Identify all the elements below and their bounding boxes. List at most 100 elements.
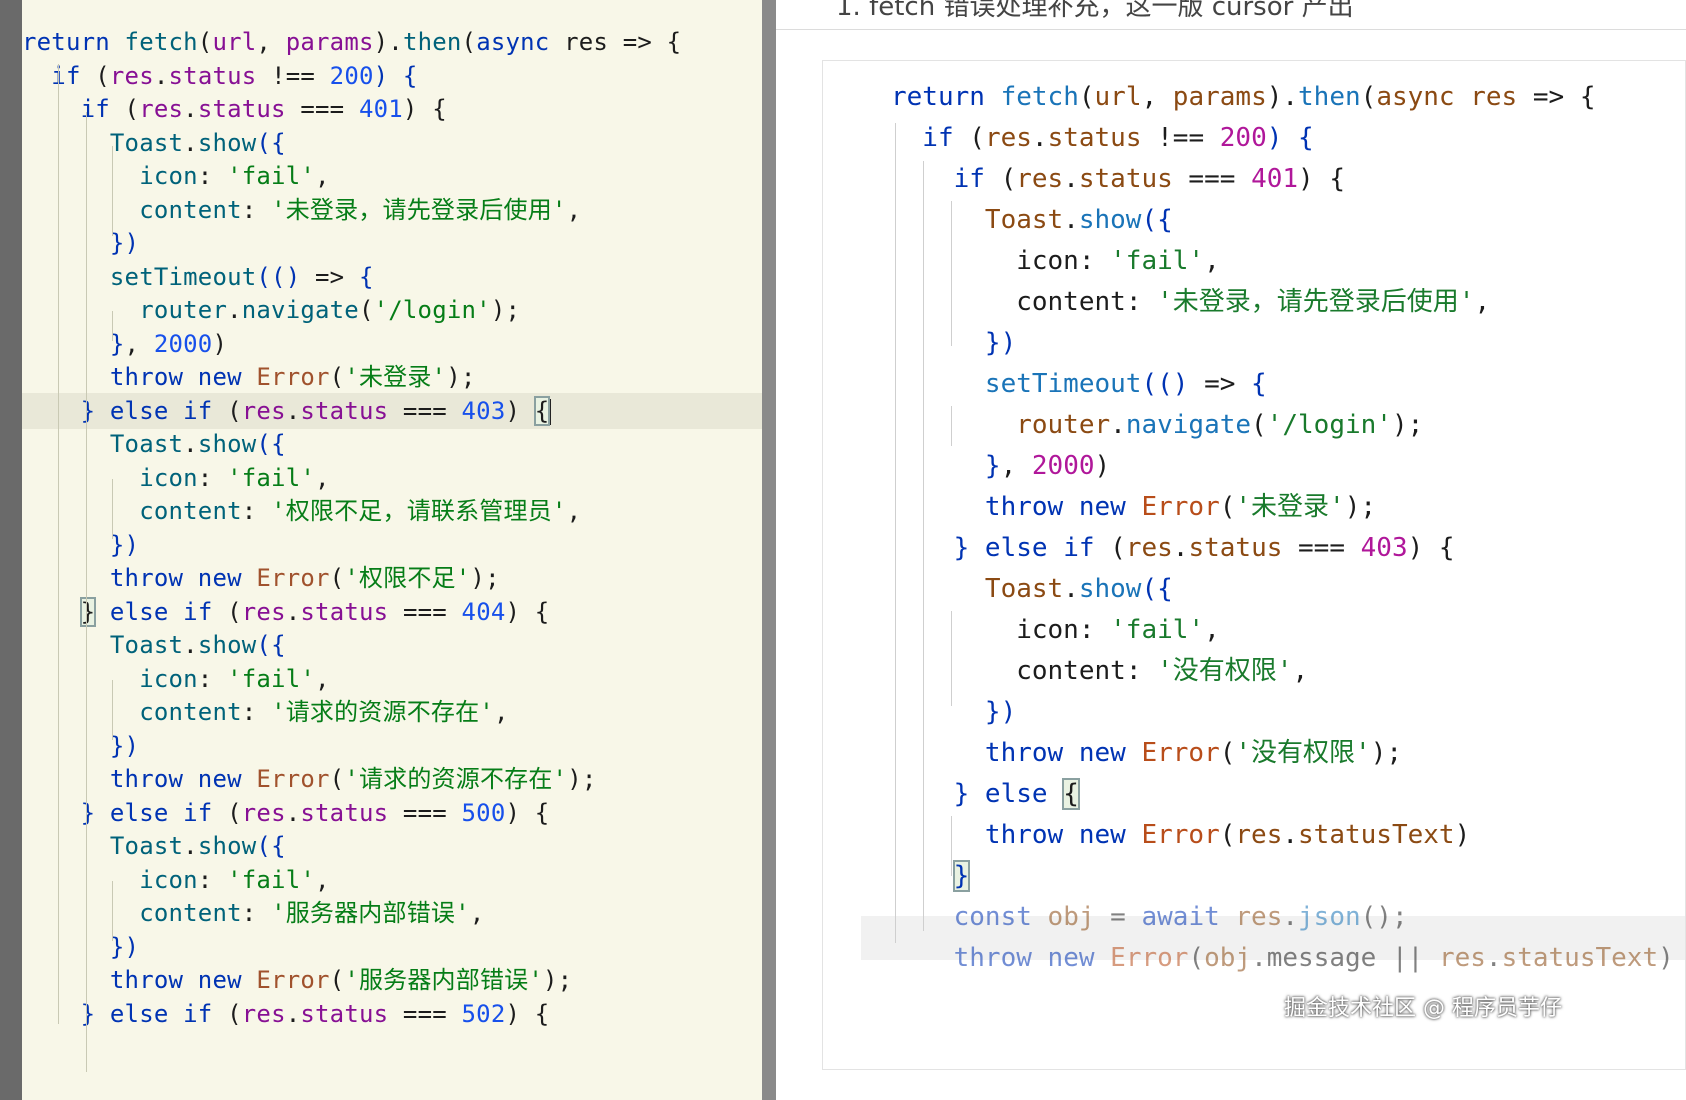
code-token: } xyxy=(952,860,971,892)
code-token: ) { xyxy=(505,999,550,1028)
code-token: ( xyxy=(969,123,985,153)
code-token: . xyxy=(183,95,198,123)
code-token: Error xyxy=(1110,943,1189,973)
right-code-line-11[interactable]: throw new Error('未登录'); xyxy=(891,485,1376,529)
left-code-line-1[interactable]: return fetch(url, params).then(async res… xyxy=(22,24,681,60)
code-token: ); xyxy=(567,765,597,793)
left-code-line-22[interactable]: }) xyxy=(22,728,139,764)
left-code-line-2[interactable]: if (res.status !== 200) { xyxy=(22,58,418,94)
code-token: , xyxy=(315,865,330,894)
left-code-line-23[interactable]: throw new Error('请求的资源不存在'); xyxy=(22,761,597,797)
left-code-line-15[interactable]: content: '权限不足，请联系管理员', xyxy=(22,493,581,529)
left-code-line-11[interactable]: throw new Error('未登录'); xyxy=(22,359,476,395)
left-editor-scrollbar[interactable] xyxy=(762,0,776,1100)
left-code-line-9[interactable]: router.navigate('/login'); xyxy=(22,292,520,328)
code-token: icon xyxy=(22,162,198,190)
left-code-line-20[interactable]: icon: 'fail', xyxy=(22,661,330,697)
left-code-line-30[interactable]: } else if (res.status === 502) { xyxy=(22,996,550,1032)
left-code-line-10[interactable]: }, 2000) xyxy=(22,326,227,362)
code-token: : xyxy=(197,162,228,190)
code-token: obj xyxy=(1047,902,1095,932)
code-token: statusText xyxy=(1298,820,1455,850)
left-code-line-21[interactable]: content: '请求的资源不存在', xyxy=(22,694,509,730)
right-code-line-19[interactable]: throw new Error(res.statusText) xyxy=(891,813,1470,857)
code-token: if xyxy=(183,999,228,1028)
right-code-line-21[interactable]: const obj = await res.json(); xyxy=(891,895,1408,939)
code-token: ) xyxy=(1454,820,1471,850)
right-code-line-22[interactable]: throw new Error(obj.message || res.statu… xyxy=(891,936,1674,980)
right-code-line-7[interactable]: }) xyxy=(891,321,1016,365)
right-code-line-5[interactable]: icon: 'fail', xyxy=(891,239,1220,283)
code-token: . xyxy=(1282,902,1299,932)
code-token: }) xyxy=(22,932,140,961)
left-code-line-14[interactable]: icon: 'fail', xyxy=(22,460,330,496)
left-code-line-17[interactable]: throw new Error('权限不足'); xyxy=(22,560,500,596)
right-code-line-13[interactable]: Toast.show({ xyxy=(891,567,1173,611)
code-token: return xyxy=(22,28,125,56)
right-code-line-6[interactable]: content: '未登录，请先登录后使用', xyxy=(891,280,1490,324)
left-code-line-7[interactable]: }) xyxy=(22,225,139,261)
left-code-line-6[interactable]: content: '未登录，请先登录后使用', xyxy=(22,192,581,228)
right-code-line-4[interactable]: Toast.show({ xyxy=(891,198,1173,242)
code-token: 'fail' xyxy=(227,664,316,693)
right-code-line-17[interactable]: throw new Error('没有权限'); xyxy=(891,731,1402,775)
code-token: : xyxy=(241,195,272,224)
right-code-line-1[interactable]: return fetch(url, params).then(async res… xyxy=(891,75,1595,119)
code-token: if xyxy=(891,164,1001,194)
code-token: } xyxy=(22,329,125,358)
code-token: } xyxy=(22,999,110,1028)
code-token: '请求的资源不存在' xyxy=(344,765,568,793)
left-code-line-25[interactable]: Toast.show({ xyxy=(22,828,286,864)
left-code-line-18[interactable]: } else if (res.status === 404) { xyxy=(22,594,549,630)
right-code-line-16[interactable]: }) xyxy=(891,690,1016,734)
code-token: params xyxy=(1172,82,1267,112)
code-token: ) { xyxy=(373,61,418,90)
right-code-line-20[interactable]: } xyxy=(891,854,971,898)
code-token: new xyxy=(197,765,257,793)
code-token: fetch xyxy=(1000,82,1079,112)
code-token: async xyxy=(1376,82,1471,112)
right-code-line-14[interactable]: icon: 'fail', xyxy=(891,608,1220,652)
left-code-line-5[interactable]: icon: 'fail', xyxy=(22,158,330,194)
left-code-line-27[interactable]: content: '服务器内部错误', xyxy=(22,895,484,931)
code-token: else xyxy=(95,597,184,626)
code-token: status xyxy=(197,95,286,123)
left-code-line-8[interactable]: setTimeout(() => { xyxy=(22,259,374,295)
left-code-line-19[interactable]: Toast.show({ xyxy=(22,627,286,663)
code-token: : xyxy=(197,664,228,693)
code-token: : xyxy=(241,497,272,525)
left-code-line-12[interactable]: } else if (res.status === 403) { xyxy=(22,392,762,429)
right-code-line-8[interactable]: setTimeout(() => { xyxy=(891,362,1267,406)
code-token: router xyxy=(22,296,228,324)
code-token: : xyxy=(1078,246,1111,276)
left-code-line-13[interactable]: Toast.show({ xyxy=(22,426,286,462)
code-token: , xyxy=(315,162,330,190)
left-code-line-16[interactable]: }) xyxy=(22,527,139,563)
code-token: . xyxy=(1110,410,1126,440)
left-code-area[interactable]: return fetch(url, params).then(async res… xyxy=(22,16,762,1100)
code-token: , xyxy=(469,899,485,927)
right-code-line-9[interactable]: router.navigate('/login'); xyxy=(891,403,1423,447)
right-code-line-18[interactable]: } else { xyxy=(891,772,1080,816)
right-code-line-12[interactable]: } else if (res.status === 403) { xyxy=(891,526,1455,570)
code-token: json xyxy=(1298,902,1361,932)
left-code-line-29[interactable]: throw new Error('服务器内部错误'); xyxy=(22,962,572,998)
code-token: status xyxy=(1047,123,1142,153)
right-code-block[interactable]: return fetch(url, params).then(async res… xyxy=(822,60,1686,1070)
left-code-line-24[interactable]: } else if (res.status === 500) { xyxy=(22,795,550,831)
code-token: }) xyxy=(891,697,1017,727)
code-token: res xyxy=(1470,82,1518,112)
left-code-line-28[interactable]: }) xyxy=(22,929,139,965)
code-token: '/login' xyxy=(373,296,491,324)
code-token: . xyxy=(183,128,198,157)
code-token: = xyxy=(1094,902,1142,932)
code-token: (() xyxy=(256,262,315,291)
right-code-line-15[interactable]: content: '没有权限', xyxy=(891,649,1308,693)
right-code-line-3[interactable]: if (res.status === 401) { xyxy=(891,157,1345,201)
code-token: ) xyxy=(1094,451,1111,481)
code-token: , xyxy=(1141,82,1173,112)
right-code-line-2[interactable]: if (res.status !== 200) { xyxy=(891,116,1313,160)
left-code-line-26[interactable]: icon: 'fail', xyxy=(22,862,330,898)
left-code-line-4[interactable]: Toast.show({ xyxy=(22,125,286,161)
code-token: ) { xyxy=(402,95,447,123)
